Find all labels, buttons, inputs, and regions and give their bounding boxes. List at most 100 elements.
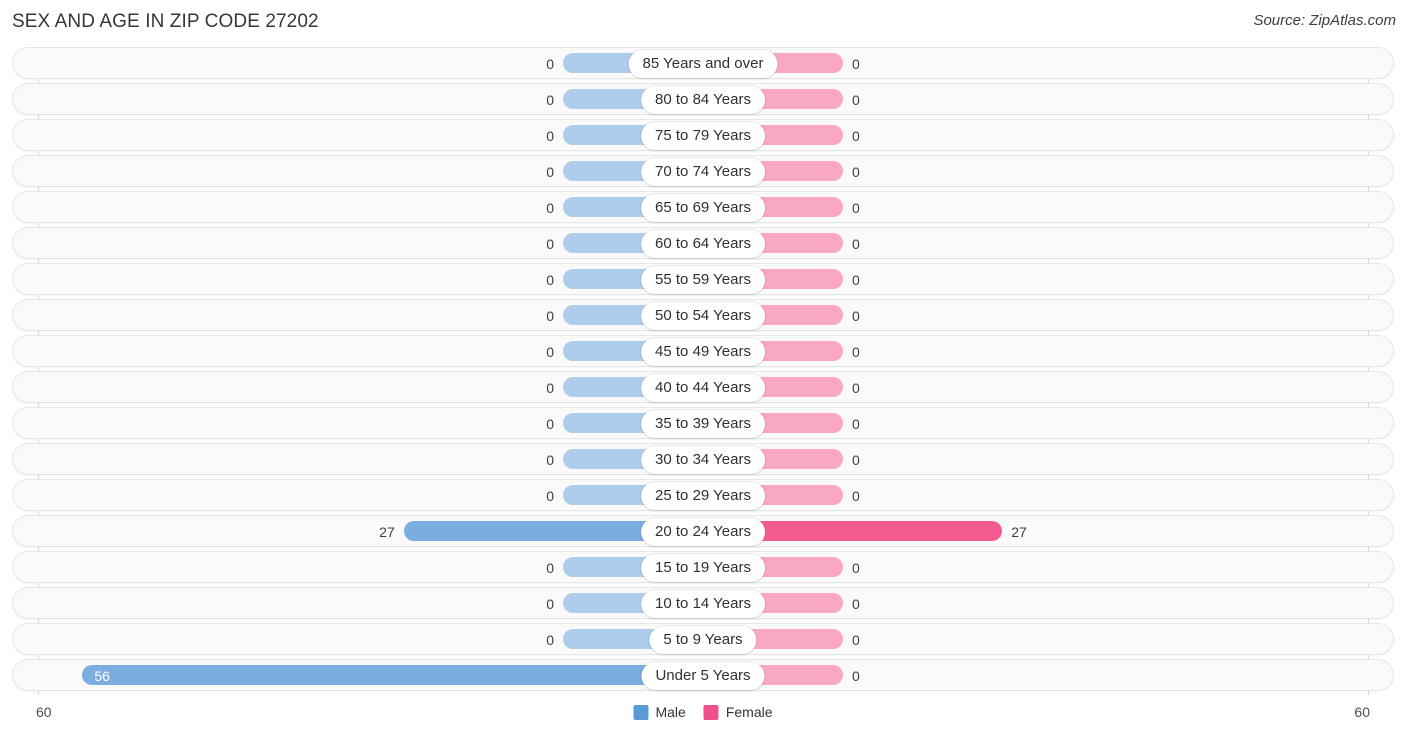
table-row[interactable]: 27 27 20 to 24 Years (12, 515, 1394, 547)
female-color-swatch-icon (703, 704, 719, 720)
male-value-label: 0 (546, 452, 554, 468)
age-group-label: 75 to 79 Years (641, 122, 765, 150)
male-value-label: 0 (546, 560, 554, 576)
row-inner: 0 0 50 to 54 Years (13, 300, 1393, 330)
age-group-label: 85 Years and over (628, 50, 778, 78)
male-bar[interactable] (82, 665, 703, 685)
age-group-label: 10 to 14 Years (641, 590, 765, 618)
female-value-label: 0 (852, 452, 860, 468)
table-row[interactable]: 0 0 25 to 29 Years (12, 479, 1394, 511)
row-inner: 0 0 85 Years and over (13, 48, 1393, 78)
axis-max-left: 60 (36, 704, 52, 720)
female-value-label: 0 (852, 380, 860, 396)
female-value-label: 0 (852, 128, 860, 144)
female-value-label: 0 (852, 632, 860, 648)
age-group-label: 55 to 59 Years (641, 266, 765, 294)
population-pyramid-plot: 0 0 85 Years and over 0 0 80 to 84 Years 0 0 75 … (0, 47, 1406, 697)
table-row[interactable]: 0 0 30 to 34 Years (12, 443, 1394, 475)
table-row[interactable]: 0 0 15 to 19 Years (12, 551, 1394, 583)
male-value-label: 0 (546, 56, 554, 72)
legend-item-male[interactable]: Male (633, 704, 686, 720)
age-group-label: 60 to 64 Years (641, 230, 765, 258)
table-row[interactable]: 56 0 Under 5 Years (12, 659, 1394, 691)
age-group-label: 80 to 84 Years (641, 86, 765, 114)
male-value-label: 0 (546, 236, 554, 252)
age-group-label: 25 to 29 Years (641, 482, 765, 510)
row-inner: 0 0 65 to 69 Years (13, 192, 1393, 222)
table-row[interactable]: 0 0 60 to 64 Years (12, 227, 1394, 259)
female-value-label: 0 (852, 344, 860, 360)
table-row[interactable]: 0 0 75 to 79 Years (12, 119, 1394, 151)
row-inner: 27 27 20 to 24 Years (13, 516, 1393, 546)
row-inner: 0 0 40 to 44 Years (13, 372, 1393, 402)
female-value-label: 0 (852, 488, 860, 504)
row-inner: 56 0 Under 5 Years (13, 660, 1393, 690)
age-group-label: 50 to 54 Years (641, 302, 765, 330)
female-value-label: 27 (1011, 524, 1027, 540)
male-value-label: 0 (546, 308, 554, 324)
male-value-label: 0 (546, 92, 554, 108)
legend-label-male: Male (655, 704, 686, 720)
female-value-label: 0 (852, 200, 860, 216)
row-inner: 0 0 55 to 59 Years (13, 264, 1393, 294)
table-row[interactable]: 0 0 50 to 54 Years (12, 299, 1394, 331)
table-row[interactable]: 0 0 80 to 84 Years (12, 83, 1394, 115)
age-group-label: 70 to 74 Years (641, 158, 765, 186)
female-value-label: 0 (852, 272, 860, 288)
table-row[interactable]: 0 0 55 to 59 Years (12, 263, 1394, 295)
female-value-label: 0 (852, 308, 860, 324)
female-value-label: 0 (852, 164, 860, 180)
female-value-label: 0 (852, 596, 860, 612)
row-inner: 0 0 10 to 14 Years (13, 588, 1393, 618)
male-value-label: 0 (546, 596, 554, 612)
source-attribution: Source: ZipAtlas.com (1253, 12, 1396, 29)
row-inner: 0 0 15 to 19 Years (13, 552, 1393, 582)
table-row[interactable]: 0 0 10 to 14 Years (12, 587, 1394, 619)
male-value-label: 0 (546, 416, 554, 432)
male-value-label: 0 (546, 380, 554, 396)
male-value-label: 0 (546, 632, 554, 648)
row-inner: 0 0 70 to 74 Years (13, 156, 1393, 186)
age-group-label: 15 to 19 Years (641, 554, 765, 582)
chart-page: SEX AND AGE IN ZIP CODE 27202 Source: Zi… (0, 0, 1406, 740)
age-group-label: 5 to 9 Years (649, 626, 757, 654)
male-value-label: 0 (546, 272, 554, 288)
male-value-label: 0 (546, 200, 554, 216)
table-row[interactable]: 0 0 35 to 39 Years (12, 407, 1394, 439)
male-color-swatch-icon (633, 704, 649, 720)
table-row[interactable]: 0 0 5 to 9 Years (12, 623, 1394, 655)
table-row[interactable]: 0 0 65 to 69 Years (12, 191, 1394, 223)
age-group-label: 45 to 49 Years (641, 338, 765, 366)
table-row[interactable]: 0 0 45 to 49 Years (12, 335, 1394, 367)
table-row[interactable]: 0 0 85 Years and over (12, 47, 1394, 79)
row-inner: 0 0 75 to 79 Years (13, 120, 1393, 150)
legend-label-female: Female (725, 704, 773, 720)
female-value-label: 0 (852, 416, 860, 432)
row-inner: 0 0 25 to 29 Years (13, 480, 1393, 510)
age-group-label: Under 5 Years (641, 662, 765, 690)
row-inner: 0 0 35 to 39 Years (13, 408, 1393, 438)
table-row[interactable]: 0 0 70 to 74 Years (12, 155, 1394, 187)
age-group-label: 35 to 39 Years (641, 410, 765, 438)
row-inner: 0 0 60 to 64 Years (13, 228, 1393, 258)
table-row[interactable]: 0 0 40 to 44 Years (12, 371, 1394, 403)
male-value-label: 0 (546, 164, 554, 180)
male-value-label: 56 (94, 668, 110, 684)
female-value-label: 0 (852, 56, 860, 72)
age-group-label: 20 to 24 Years (641, 518, 765, 546)
axis-max-right: 60 (1354, 704, 1370, 720)
page-title: SEX AND AGE IN ZIP CODE 27202 (12, 11, 319, 32)
female-value-label: 0 (852, 560, 860, 576)
row-inner: 0 0 80 to 84 Years (13, 84, 1393, 114)
chart-header: SEX AND AGE IN ZIP CODE 27202 Source: Zi… (0, 0, 1406, 46)
row-inner: 0 0 30 to 34 Years (13, 444, 1393, 474)
age-group-label: 30 to 34 Years (641, 446, 765, 474)
female-value-label: 0 (852, 668, 860, 684)
age-group-label: 65 to 69 Years (641, 194, 765, 222)
male-value-label: 27 (379, 524, 395, 540)
female-value-label: 0 (852, 92, 860, 108)
male-value-label: 0 (546, 344, 554, 360)
legend-item-female[interactable]: Female (703, 704, 773, 720)
chart-rows: 0 0 85 Years and over 0 0 80 to 84 Years 0 0 75 … (0, 47, 1406, 695)
male-value-label: 0 (546, 488, 554, 504)
